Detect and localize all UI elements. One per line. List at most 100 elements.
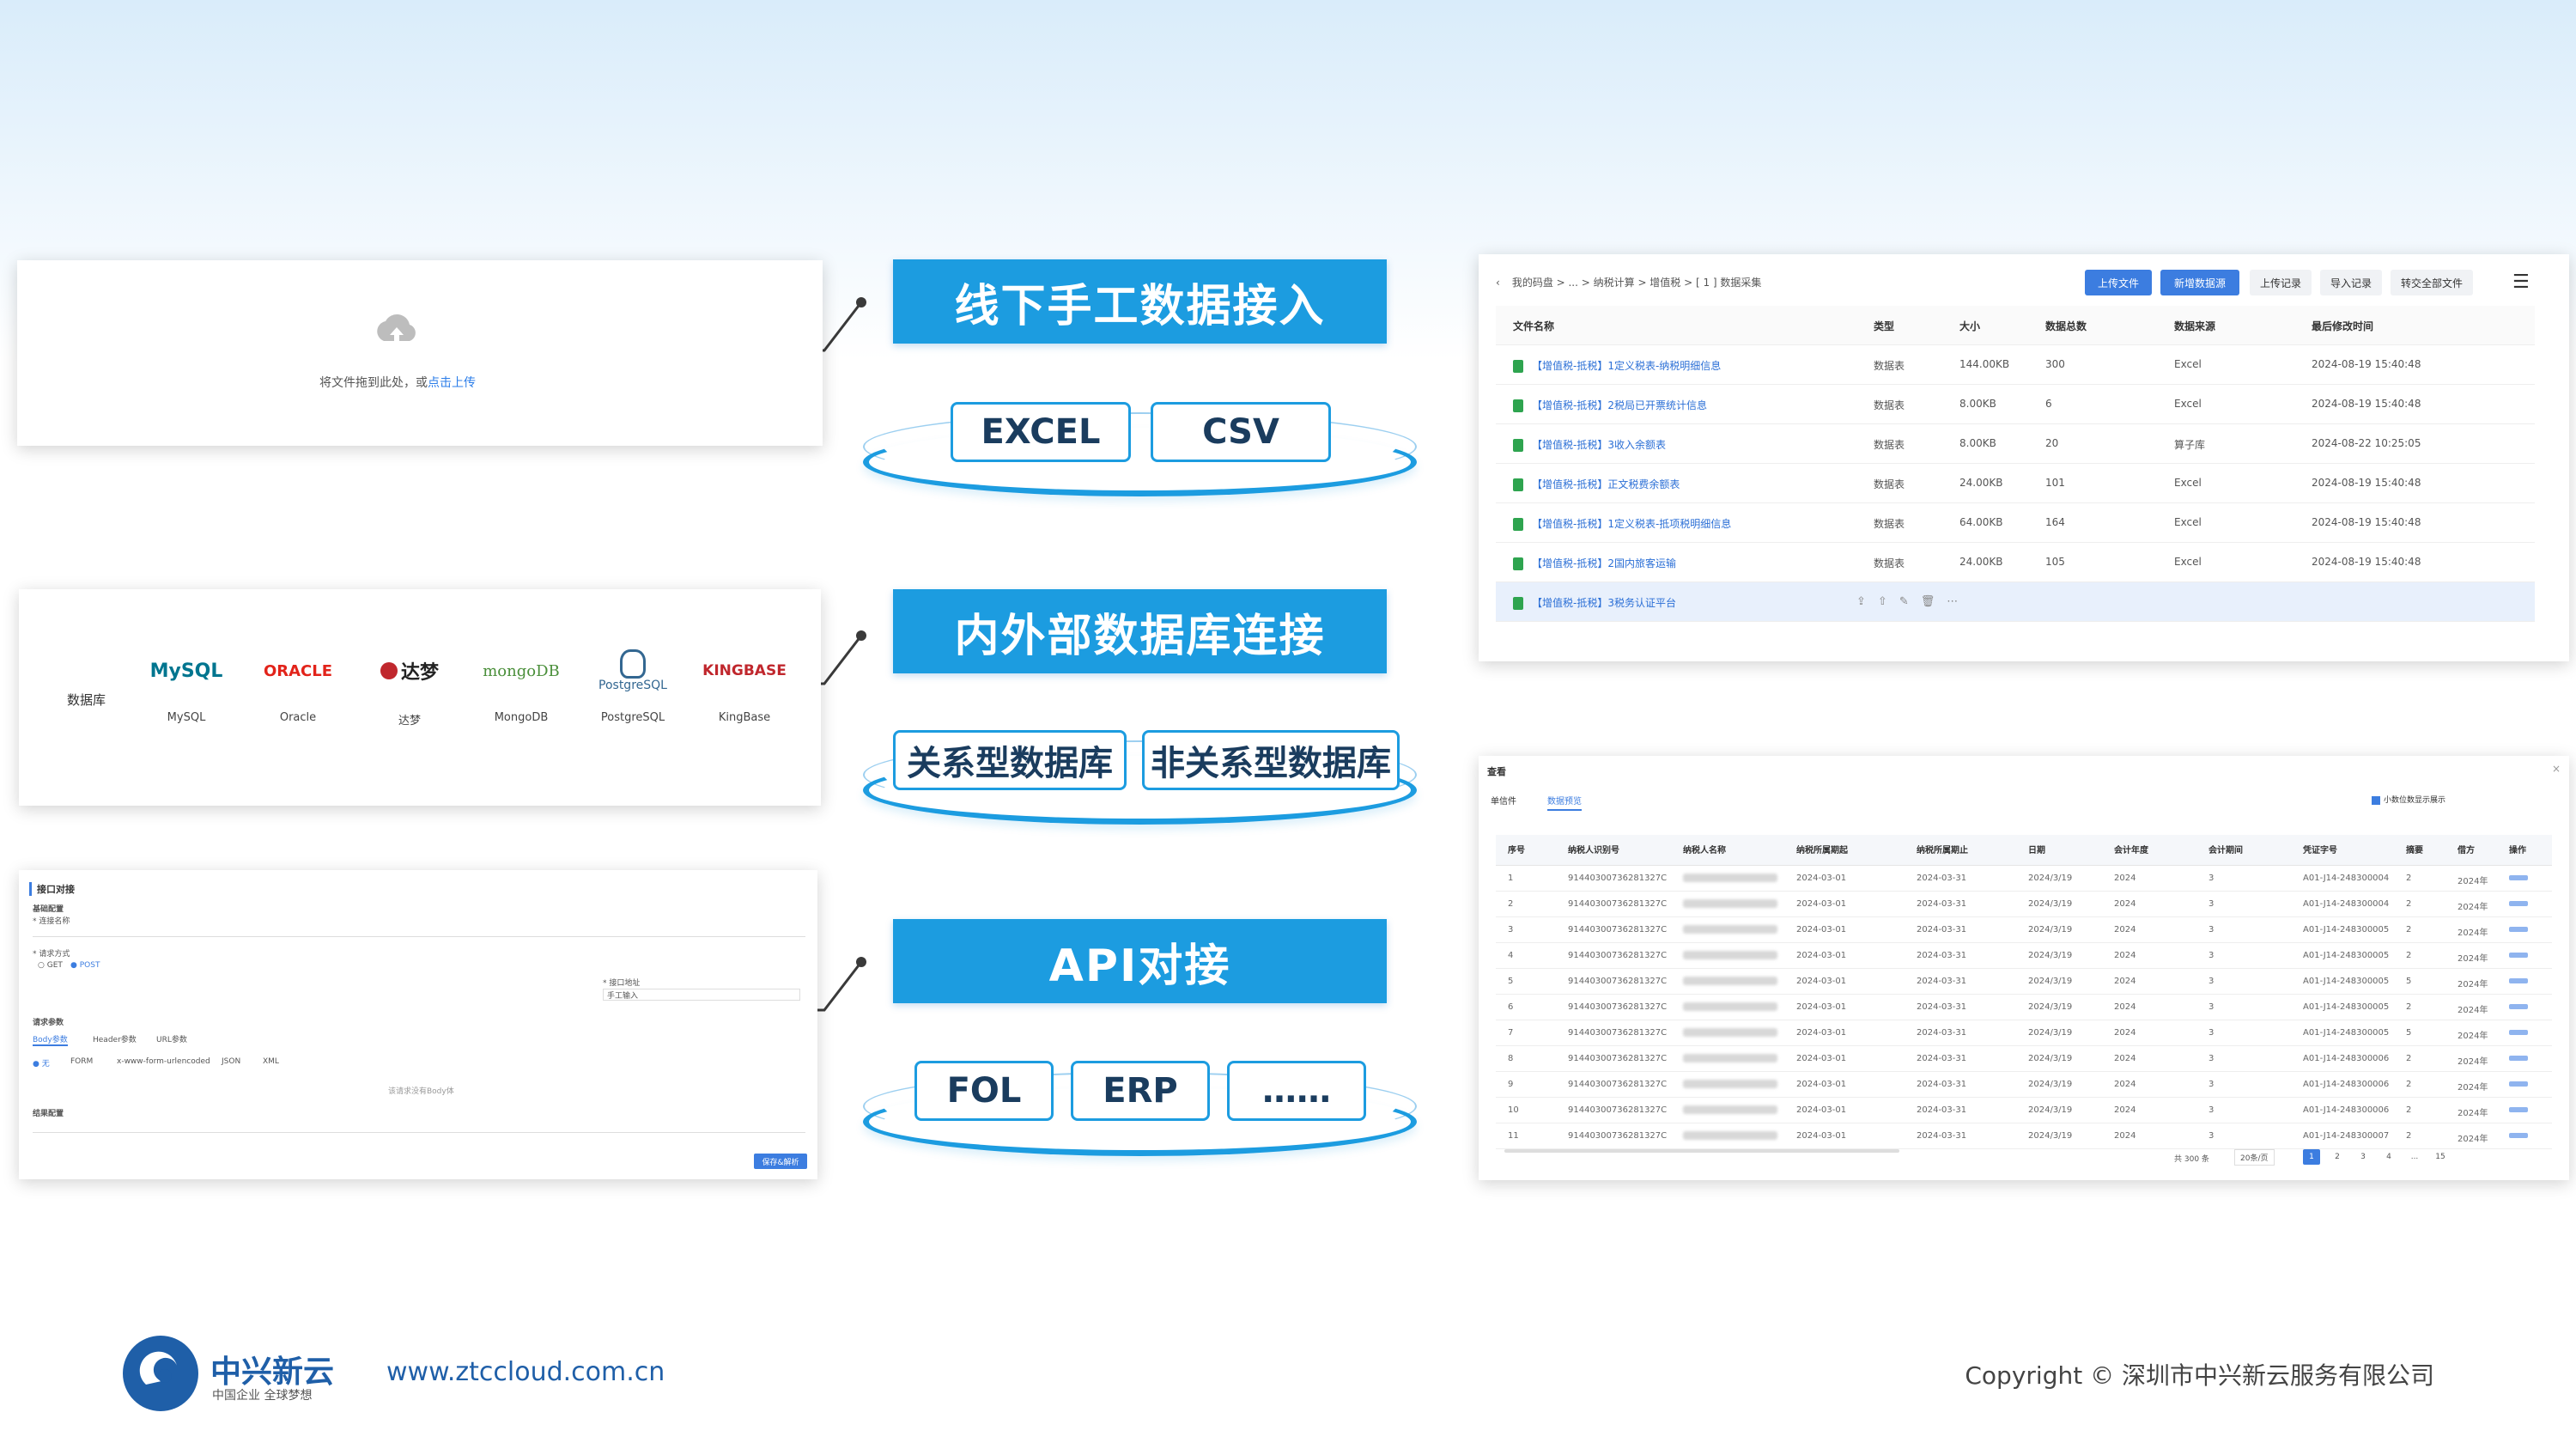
page-button[interactable]: 3: [2354, 1149, 2372, 1165]
body-type-none[interactable]: ● 无: [33, 1057, 50, 1068]
cell-date: 2024/3/19: [2028, 1080, 2073, 1089]
page-button[interactable]: 4: [2380, 1149, 2397, 1165]
page-button[interactable]: 15: [2432, 1149, 2449, 1165]
menu-icon[interactable]: ☰: [2512, 271, 2530, 293]
file-row[interactable]: 【增值税-抵税】正文税费余额表 数据表 24.00KB 101 Excel 20…: [1496, 464, 2535, 503]
tab-preview[interactable]: 数据预览: [1547, 794, 1582, 811]
table-row[interactable]: 3 91440300736281327C 2024-03-01 2024-03-31 2…: [1496, 917, 2552, 943]
col-size[interactable]: 大小: [1959, 319, 1980, 333]
tab-header-params[interactable]: Header参数: [93, 1033, 137, 1044]
table-row[interactable]: 7 91440300736281327C 2024-03-01 2024-03-31 2…: [1496, 1020, 2552, 1046]
more-icon[interactable]: ⋯: [1947, 595, 1970, 608]
delete-icon[interactable]: 🗑: [1921, 595, 1947, 608]
tab-body-params[interactable]: Body参数: [33, 1033, 68, 1046]
file-row-hover[interactable]: 【增值税-抵税】3税务认证平台 ⇪⇧✎🗑⋯: [1496, 582, 2535, 622]
col-time[interactable]: 最后修改时间: [2312, 319, 2373, 333]
body-type-urlencoded[interactable]: x-www-form-urlencoded: [117, 1057, 210, 1066]
table-row[interactable]: 1 91440300736281327C 2024-03-01 2024-03-31 2…: [1496, 866, 2552, 892]
cell-tax_id: 91440300736281327C: [1568, 874, 1668, 883]
close-icon[interactable]: ×: [2552, 763, 2561, 775]
cell-voucher: A01-J14-248300005: [2303, 977, 2390, 986]
col-count[interactable]: 数据总数: [2045, 319, 2087, 333]
table-row[interactable]: 6 91440300736281327C 2024-03-01 2024-03-31 2…: [1496, 995, 2552, 1020]
row-action-link[interactable]: [2509, 951, 2528, 960]
cell-voucher: A01-J14-248300007: [2303, 1131, 2390, 1141]
tab-url-params[interactable]: URL参数: [156, 1033, 187, 1044]
file-row[interactable]: 【增值税-抵税】1定义税表-抵项税明细信息 数据表 64.00KB 164 Ex…: [1496, 503, 2535, 543]
row-action-link[interactable]: [2509, 899, 2528, 909]
file-row[interactable]: 【增值税-抵税】3收入余额表 数据表 8.00KB 20 算子库 2024-08…: [1496, 424, 2535, 464]
transfer-all-button[interactable]: 转交全部文件: [2391, 270, 2473, 295]
website-link[interactable]: www.ztccloud.com.cn: [386, 1357, 665, 1387]
table-row[interactable]: 2 91440300736281327C 2024-03-01 2024-03-31 2…: [1496, 892, 2552, 917]
cell-year: 2024: [2114, 1002, 2136, 1012]
file-row[interactable]: 【增值税-抵税】2税局已开票统计信息 数据表 8.00KB 6 Excel 20…: [1496, 385, 2535, 424]
file-row[interactable]: 【增值税-抵税】1定义税表-纳税明细信息 数据表 144.00KB 300 Ex…: [1496, 345, 2535, 385]
cell-date: 2024/3/19: [2028, 1054, 2073, 1063]
db-oracle[interactable]: ORACLE Oracle: [251, 641, 345, 725]
cell-period: 3: [2208, 874, 2215, 883]
import-history-button[interactable]: 导入记录: [2320, 270, 2382, 295]
tab-single[interactable]: 单信件: [1491, 794, 1516, 807]
col-source[interactable]: 数据来源: [2174, 319, 2215, 333]
row-action-link[interactable]: [2509, 1131, 2528, 1141]
row-action-link[interactable]: [2509, 925, 2528, 935]
upload-dropzone[interactable]: 将文件拖到此处，或点击上传: [17, 260, 823, 446]
col-name[interactable]: 文件名称: [1513, 319, 1554, 333]
table-row[interactable]: 4 91440300736281327C 2024-03-01 2024-03-31 2…: [1496, 943, 2552, 969]
oracle-logo: ORACLE: [263, 661, 333, 680]
page-button[interactable]: 2: [2329, 1149, 2346, 1165]
cell-tax_id: 91440300736281327C: [1568, 1131, 1668, 1141]
api-url-input[interactable]: 手工输入: [603, 989, 800, 1001]
row-action-link[interactable]: [2509, 1054, 2528, 1063]
row-action-link[interactable]: [2509, 1105, 2528, 1115]
connection-name-input[interactable]: [33, 925, 805, 937]
body-type-form[interactable]: FORM: [70, 1057, 93, 1066]
table-row[interactable]: 8 91440300736281327C 2024-03-01 2024-03-31 2…: [1496, 1046, 2552, 1072]
decimal-checkbox[interactable]: 小数位数显示展示: [2372, 794, 2445, 805]
row-action-link[interactable]: [2509, 1028, 2528, 1038]
row-action-link[interactable]: [2509, 977, 2528, 986]
copyright: Copyright © 深圳市中兴新云服务有限公司: [1965, 1361, 2434, 1390]
breadcrumb[interactable]: ‹ 我的码盘 > ... > 纳税计算 > 增值税 > [ 1 ] 数据采集: [1496, 275, 1761, 289]
row-action-link[interactable]: [2509, 1080, 2528, 1089]
method-get-radio[interactable]: ○ GET: [38, 961, 63, 970]
file-row[interactable]: 【增值税-抵税】2国内旅客运输 数据表 24.00KB 105 Excel 20…: [1496, 543, 2535, 582]
row-actions[interactable]: ⇪⇧✎🗑⋯: [1856, 595, 1970, 608]
horizontal-scrollbar[interactable]: [1504, 1149, 1899, 1153]
body-type-xml[interactable]: XML: [263, 1057, 279, 1066]
method-post-radio[interactable]: ● POST: [70, 961, 100, 970]
table-row[interactable]: 5 91440300736281327C 2024-03-01 2024-03-31 2…: [1496, 969, 2552, 995]
result-config-input[interactable]: [33, 1121, 805, 1133]
save-parse-button[interactable]: 保存&解析: [754, 1154, 807, 1169]
row-action-link[interactable]: [2509, 1002, 2528, 1012]
kingbase-logo: KINGBASE: [702, 662, 787, 679]
db-postgresql[interactable]: PostgreSQL PostgreSQL: [586, 641, 680, 724]
edit-icon[interactable]: ✎: [1899, 595, 1921, 608]
table-row[interactable]: 10 91440300736281327C 2024-03-01 2024-03-31…: [1496, 1098, 2552, 1123]
col-type[interactable]: 类型: [1874, 319, 1894, 333]
row-action-link[interactable]: [2509, 874, 2528, 883]
cell-date: 2024/3/19: [2028, 1002, 2073, 1012]
upload-history-button[interactable]: 上传记录: [2250, 270, 2312, 295]
page-button[interactable]: ...: [2406, 1149, 2423, 1165]
db-kingbase[interactable]: KINGBASE KingBase: [697, 641, 792, 724]
cell-sum: 2: [2406, 951, 2412, 960]
share-icon[interactable]: ⇪: [1856, 595, 1878, 608]
grid-title: 查看: [1487, 766, 1506, 777]
table-row[interactable]: 9 91440300736281327C 2024-03-01 2024-03-31 2…: [1496, 1072, 2552, 1098]
page-size-select[interactable]: 20条/页: [2234, 1149, 2275, 1166]
upload-icon[interactable]: ⇧: [1878, 595, 1899, 608]
upload-link[interactable]: 点击上传: [428, 376, 476, 390]
page-button[interactable]: 1: [2303, 1149, 2320, 1165]
table-row[interactable]: 11 91440300736281327C 2024-03-01 2024-03-31…: [1496, 1123, 2552, 1149]
db-mysql[interactable]: MySQL MySQL: [139, 641, 234, 725]
upload-file-button[interactable]: 上传文件: [2085, 270, 2152, 295]
add-datasource-button[interactable]: 新增数据源: [2160, 270, 2239, 295]
db-mongodb[interactable]: mongoDB MongoDB: [474, 641, 568, 725]
cell-tax_id: 91440300736281327C: [1568, 1028, 1668, 1038]
cell-idx: 2: [1508, 899, 1514, 909]
back-icon[interactable]: ‹: [1496, 277, 1500, 289]
body-type-json[interactable]: JSON: [222, 1057, 240, 1066]
db-dameng[interactable]: 达梦 达梦: [362, 641, 457, 728]
